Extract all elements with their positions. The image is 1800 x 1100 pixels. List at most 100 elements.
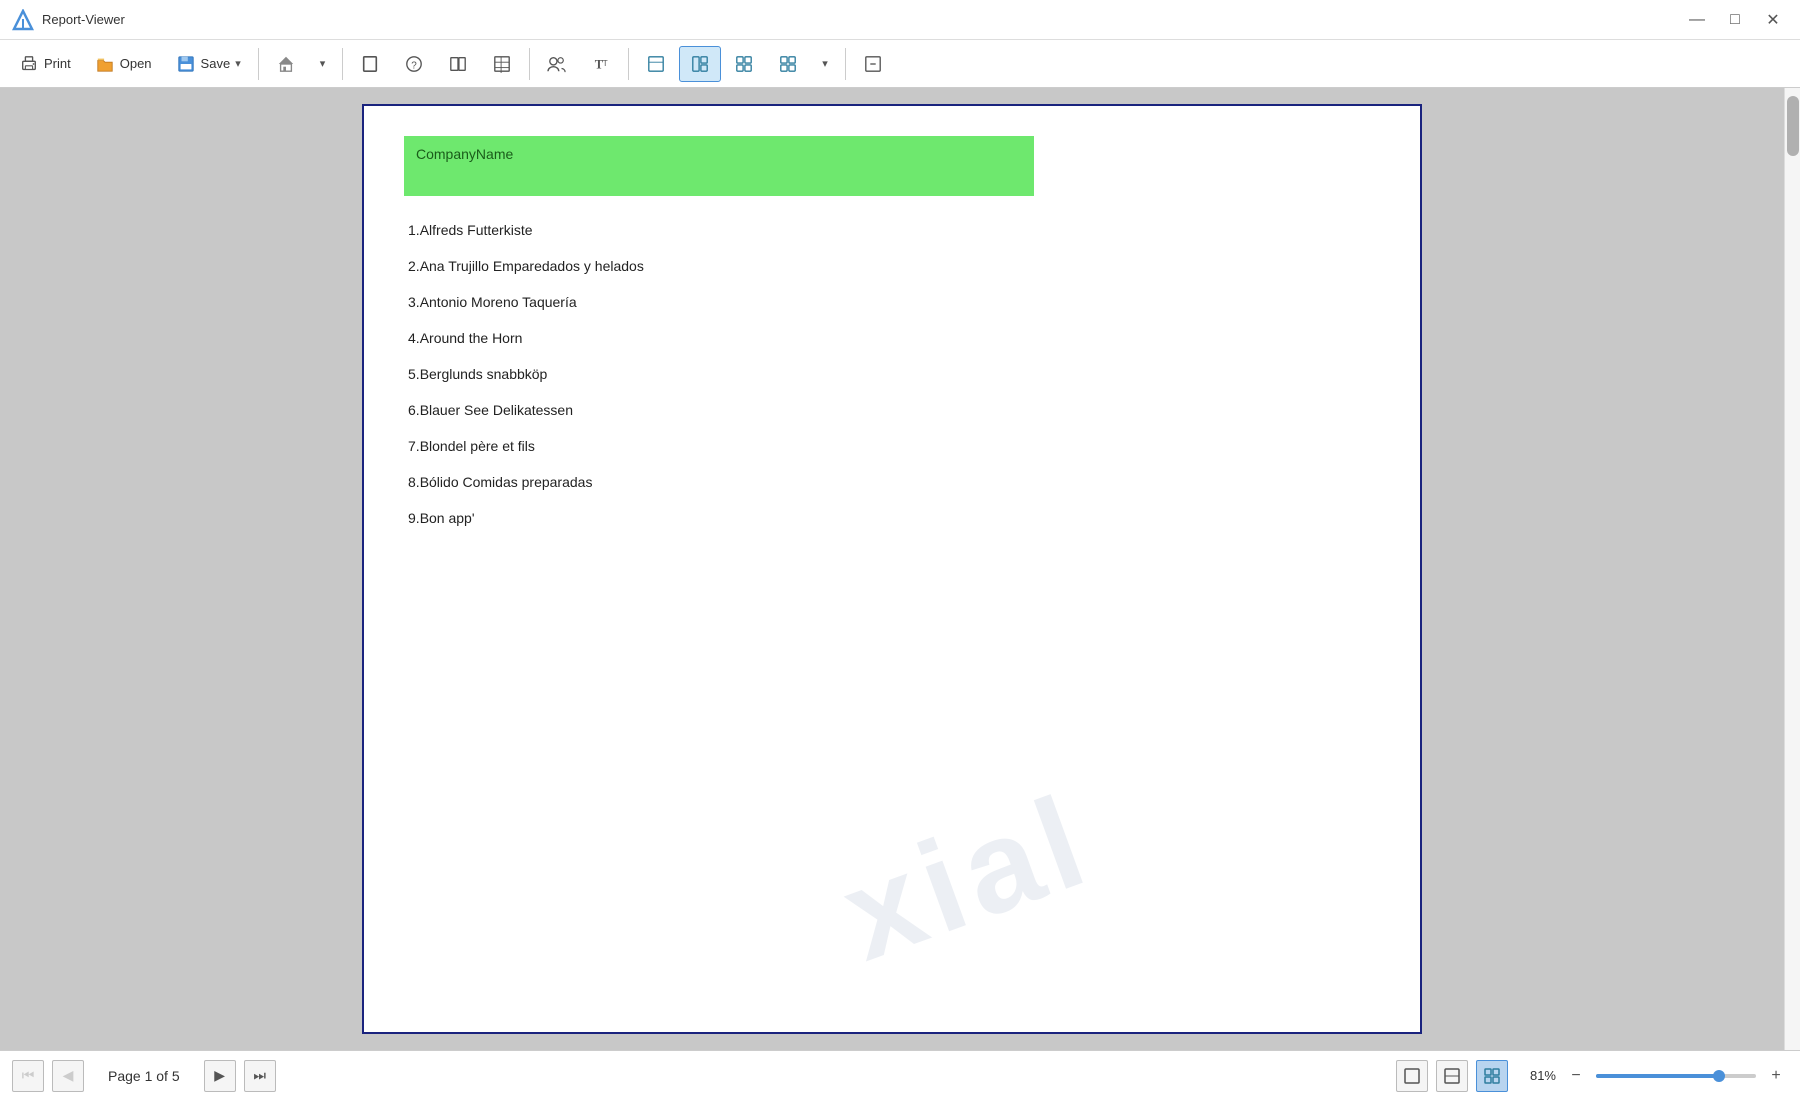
company-index: 8. [408,474,420,490]
view-layout3-icon [734,54,754,74]
company-name: Bon app' [420,510,475,526]
company-index: 9. [408,510,420,526]
svg-text:?: ? [412,60,418,71]
layout-back-button[interactable] [437,46,479,82]
fit-width-button[interactable] [1436,1060,1468,1092]
print-icon [19,54,39,74]
zoom-out-button[interactable]: − [1564,1064,1588,1088]
view-layout4-icon [778,54,798,74]
search-people-button[interactable] [536,46,578,82]
app-logo [12,9,34,31]
column-header-label: CompanyName [416,146,513,162]
home-dropdown-button[interactable]: ▾ [309,46,337,82]
toolbar: Print Open Save ▾ ▾ ? [0,40,1800,88]
nav-last-button[interactable]: ⏭ [244,1060,276,1092]
save-dropdown-icon[interactable]: ▾ [235,57,241,70]
print-layout-button[interactable] [481,46,523,82]
print-label: Print [44,56,71,71]
title-bar: Report-Viewer — □ ✕ [0,0,1800,40]
scrollbar-thumb[interactable] [1787,96,1799,156]
save-button[interactable]: Save ▾ [165,46,252,82]
view-layout3-button[interactable] [723,46,765,82]
fit-page-button[interactable] [1396,1060,1428,1092]
close-button[interactable]: ✕ [1758,5,1788,35]
header-band: CompanyName [404,136,1034,196]
company-name: Bólido Comidas preparadas [420,474,593,490]
layout-back-icon [448,54,468,74]
list-item: 6.Blauer See Delikatessen [404,392,1380,428]
multi-page-button[interactable] [1476,1060,1508,1092]
zoom-in-button[interactable]: + [1764,1064,1788,1088]
zoom-thumb[interactable] [1713,1070,1725,1082]
expand-icon [863,54,883,74]
company-name: Alfreds Futterkiste [420,222,533,238]
open-label: Open [120,56,152,71]
open-button[interactable]: Open [84,46,163,82]
company-name: Around the Horn [420,330,523,346]
home-button[interactable] [265,46,307,82]
document-area[interactable]: CompanyName 1.Alfreds Futterkiste 2.Ana … [0,88,1784,1050]
vertical-scrollbar[interactable] [1784,88,1800,1050]
separator-1 [258,48,259,80]
list-item: 3.Antonio Moreno Taquería [404,284,1380,320]
nav-next-button[interactable]: ▶ [204,1060,236,1092]
single-page-button[interactable] [349,46,391,82]
list-item: 5.Berglunds snabbköp [404,356,1380,392]
company-name: Blondel père et fils [420,438,535,454]
text-format-button[interactable]: TT [580,46,622,82]
view-layout2-button[interactable] [679,46,721,82]
svg-text:T: T [603,58,608,67]
app-title: Report-Viewer [42,12,1682,27]
open-icon [95,54,115,74]
view-layout1-icon [646,54,666,74]
nav-prev-button[interactable]: ◀ [52,1060,84,1092]
list-item: 9.Bon app' [404,500,1380,536]
separator-5 [845,48,846,80]
view-layout1-button[interactable] [635,46,677,82]
view-dropdown-button[interactable]: ▾ [811,46,839,82]
document-page: CompanyName 1.Alfreds Futterkiste 2.Ana … [362,104,1422,1034]
company-index: 1. [408,222,420,238]
watermark: xial [824,764,1109,990]
print-button[interactable]: Print [8,46,82,82]
window-controls: — □ ✕ [1682,5,1788,35]
view-layout2-icon [690,54,710,74]
zoom-track [1596,1074,1756,1078]
separator-3 [529,48,530,80]
zoom-fill [1596,1074,1716,1078]
company-index: 5. [408,366,420,382]
company-index: 7. [408,438,420,454]
company-name: Blauer See Delikatessen [420,402,573,418]
company-index: 3. [408,294,420,310]
help-icon: ? [404,54,424,74]
list-item: 7.Blondel père et fils [404,428,1380,464]
view-layout4-button[interactable] [767,46,809,82]
home-icon [276,54,296,74]
zoom-label: 81% [1516,1068,1556,1083]
print-layout-icon [492,54,512,74]
list-item: 2.Ana Trujillo Emparedados y helados [404,248,1380,284]
nav-first-button[interactable]: ⏮ [12,1060,44,1092]
home-dropdown-icon: ▾ [320,57,326,70]
list-item: 8.Bólido Comidas preparadas [404,464,1380,500]
search-people-icon [547,54,567,74]
separator-4 [628,48,629,80]
company-list: 1.Alfreds Futterkiste 2.Ana Trujillo Emp… [404,212,1380,536]
maximize-button[interactable]: □ [1720,5,1750,35]
zoom-slider-container[interactable] [1596,1068,1756,1084]
company-name: Ana Trujillo Emparedados y helados [420,258,644,274]
company-index: 4. [408,330,420,346]
page-info: Page 1 of 5 [92,1068,196,1084]
separator-2 [342,48,343,80]
company-index: 6. [408,402,420,418]
save-icon [176,54,196,74]
list-item: 1.Alfreds Futterkiste [404,212,1380,248]
minimize-button[interactable]: — [1682,5,1712,35]
main-area: CompanyName 1.Alfreds Futterkiste 2.Ana … [0,88,1800,1050]
view-dropdown-icon: ▾ [822,57,828,70]
single-page-icon [360,54,380,74]
expand-button[interactable] [852,46,894,82]
list-item: 4.Around the Horn [404,320,1380,356]
company-name: Berglunds snabbköp [420,366,548,382]
help-button[interactable]: ? [393,46,435,82]
